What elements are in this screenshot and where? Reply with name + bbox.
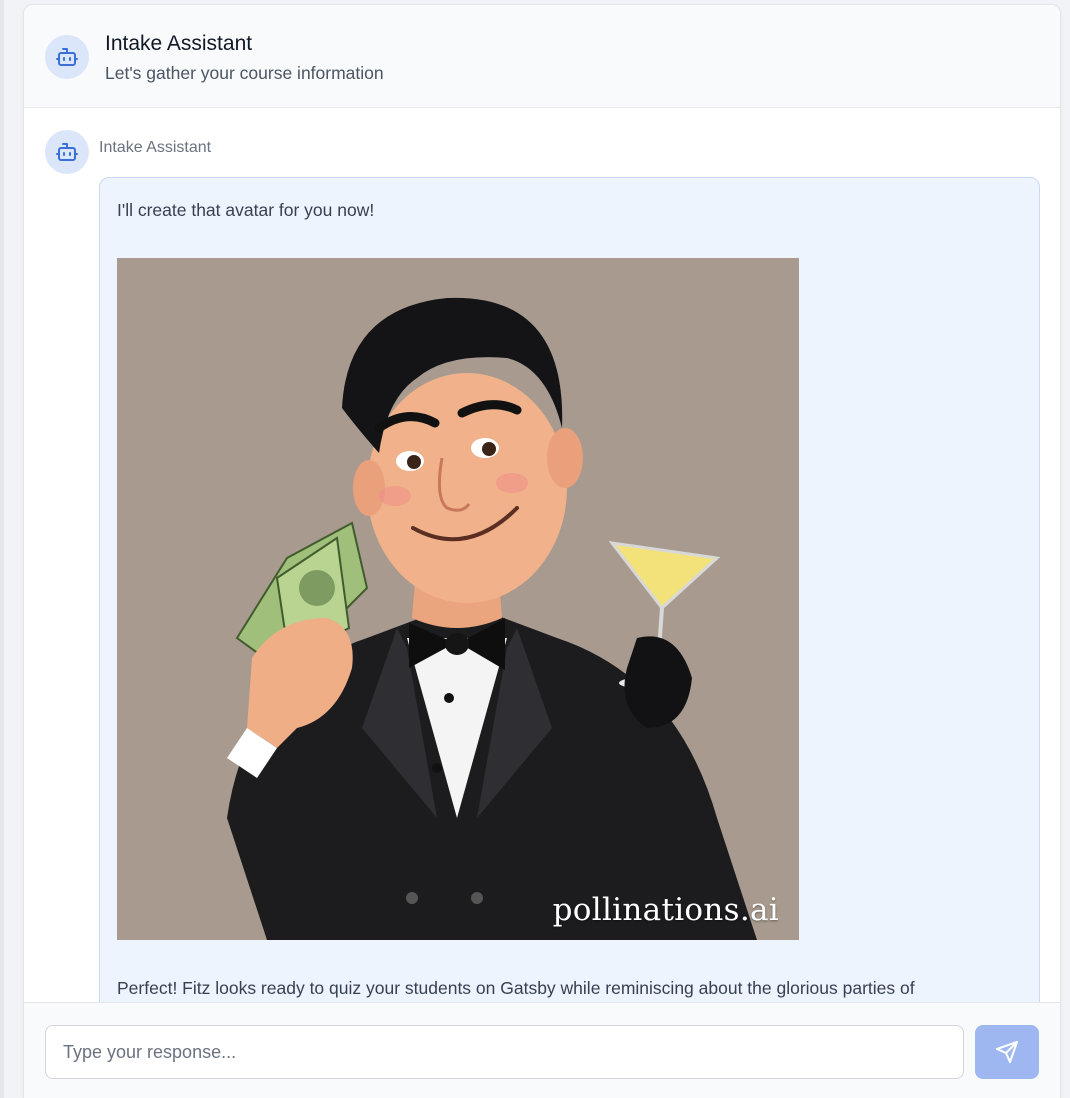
- message-list[interactable]: Intake Assistant I'll create that avatar…: [24, 109, 1060, 1002]
- send-icon: [996, 1041, 1018, 1063]
- bot-icon: [56, 143, 78, 161]
- response-input[interactable]: [45, 1025, 964, 1079]
- composer: [24, 1002, 1060, 1098]
- generated-avatar-image[interactable]: pollinations.ai: [117, 258, 799, 940]
- gentleman-illustration: [117, 258, 799, 940]
- chat-header: Intake Assistant Let's gather your cours…: [24, 5, 1060, 108]
- message-avatar: [45, 130, 89, 174]
- message-sender-name: Intake Assistant: [99, 139, 212, 156]
- assistant-message-bubble: I'll create that avatar for you now! pol…: [99, 177, 1040, 1002]
- send-button[interactable]: [975, 1025, 1039, 1079]
- header-subtitle: Let's gather your course information: [105, 63, 384, 83]
- message-text-continued: Perfect! Fitz looks ready to quiz your s…: [117, 978, 915, 998]
- page-left-edge: [0, 0, 4, 1098]
- image-watermark: pollinations.ai: [552, 892, 779, 928]
- assistant-avatar: [45, 35, 89, 79]
- message-text: I'll create that avatar for you now!: [117, 200, 375, 220]
- chat-panel: Intake Assistant Let's gather your cours…: [23, 4, 1061, 1098]
- bot-icon: [56, 48, 78, 66]
- header-title: Intake Assistant: [105, 32, 253, 55]
